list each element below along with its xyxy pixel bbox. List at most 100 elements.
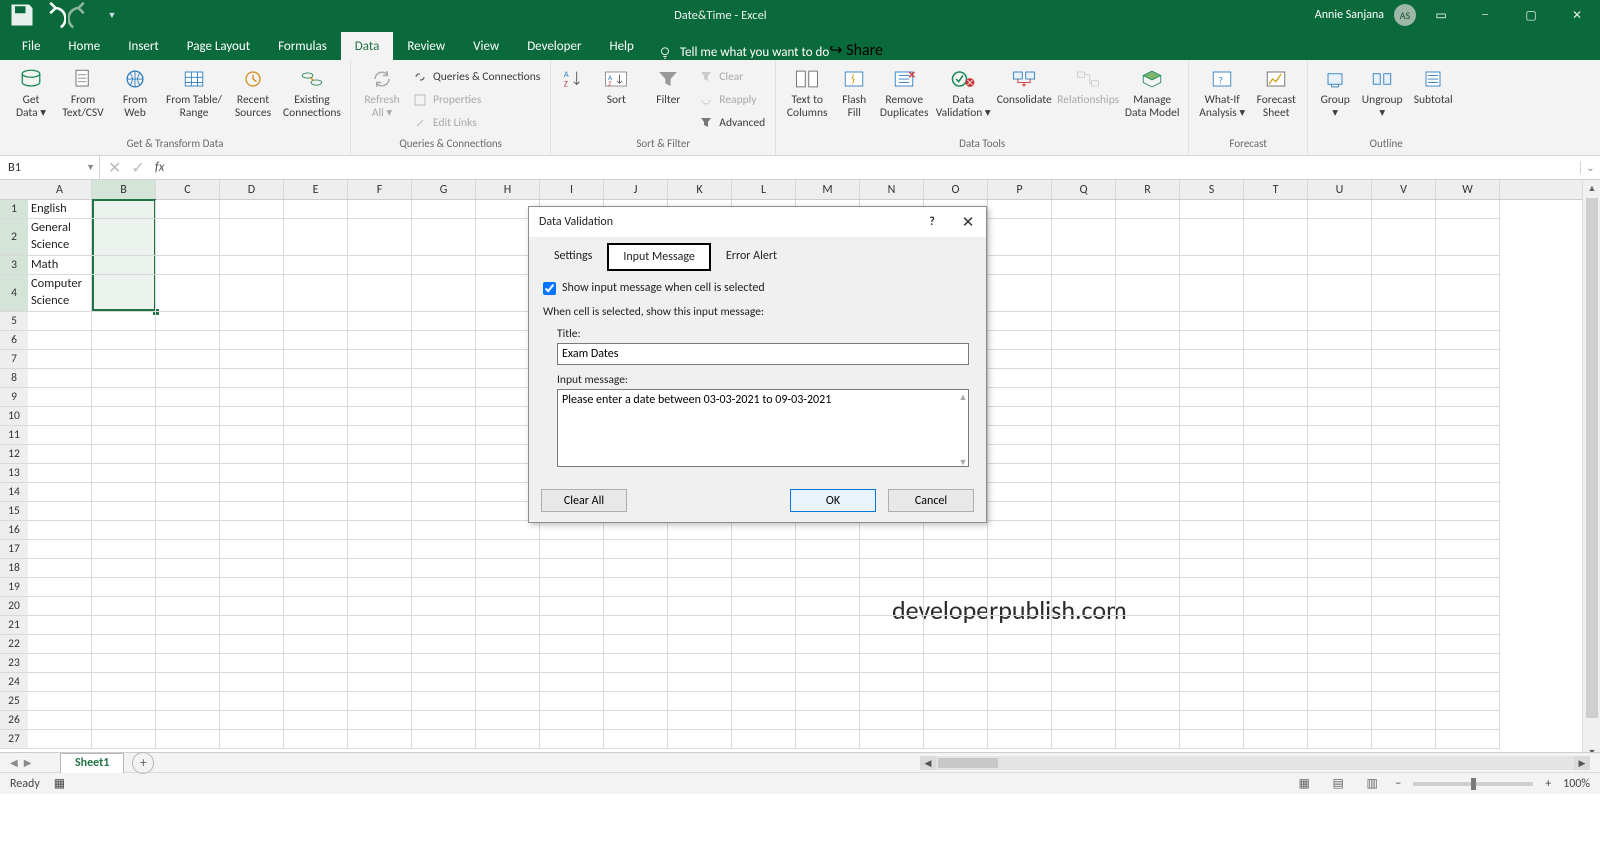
cell-H21[interactable] <box>476 616 540 635</box>
cell-P2[interactable] <box>988 219 1052 256</box>
col-header-P[interactable]: P <box>988 180 1052 199</box>
cell-R22[interactable] <box>1116 635 1180 654</box>
cell-P11[interactable] <box>988 426 1052 445</box>
cell-T8[interactable] <box>1244 369 1308 388</box>
redo-icon[interactable] <box>68 1 96 29</box>
cell-P1[interactable] <box>988 200 1052 219</box>
cell-E9[interactable] <box>284 388 348 407</box>
remove-duplicates-button[interactable]: Remove Duplicates <box>876 62 932 120</box>
cell-T15[interactable] <box>1244 502 1308 521</box>
cell-U11[interactable] <box>1308 426 1372 445</box>
cell-C18[interactable] <box>156 559 220 578</box>
edit-links-button[interactable]: Edit Links <box>409 112 544 134</box>
cell-L17[interactable] <box>732 540 796 559</box>
cell-U22[interactable] <box>1308 635 1372 654</box>
cell-P23[interactable] <box>988 654 1052 673</box>
cell-U1[interactable] <box>1308 200 1372 219</box>
cell-L18[interactable] <box>732 559 796 578</box>
cell-T27[interactable] <box>1244 730 1308 749</box>
tab-formulas[interactable]: Formulas <box>264 32 341 60</box>
cell-W7[interactable] <box>1436 350 1500 369</box>
col-header-W[interactable]: W <box>1436 180 1500 199</box>
cell-J22[interactable] <box>604 635 668 654</box>
macro-record-icon[interactable]: ▦ <box>54 776 65 791</box>
save-icon[interactable] <box>8 1 36 29</box>
cell-N18[interactable] <box>860 559 924 578</box>
cell-E6[interactable] <box>284 331 348 350</box>
select-all-corner[interactable] <box>0 180 28 200</box>
cell-Q17[interactable] <box>1052 540 1116 559</box>
cell-U7[interactable] <box>1308 350 1372 369</box>
minimize-button[interactable]: ─ <box>1462 0 1508 30</box>
cell-I19[interactable] <box>540 578 604 597</box>
cell-N23[interactable] <box>860 654 924 673</box>
cell-P20[interactable] <box>988 597 1052 616</box>
cell-K19[interactable] <box>668 578 732 597</box>
cell-H25[interactable] <box>476 692 540 711</box>
cell-C14[interactable] <box>156 483 220 502</box>
cell-O27[interactable] <box>924 730 988 749</box>
cell-U2[interactable] <box>1308 219 1372 256</box>
cell-E3[interactable] <box>284 256 348 275</box>
cell-O22[interactable] <box>924 635 988 654</box>
tab-file[interactable]: File <box>8 32 54 60</box>
cell-V1[interactable] <box>1372 200 1436 219</box>
cell-W15[interactable] <box>1436 502 1500 521</box>
cell-G2[interactable] <box>412 219 476 256</box>
cell-D25[interactable] <box>220 692 284 711</box>
sheet-tab-sheet1[interactable]: Sheet1 <box>60 753 124 773</box>
cell-T4[interactable] <box>1244 275 1308 312</box>
cell-D17[interactable] <box>220 540 284 559</box>
cell-P27[interactable] <box>988 730 1052 749</box>
cell-D20[interactable] <box>220 597 284 616</box>
cell-A26[interactable] <box>28 711 92 730</box>
cell-A10[interactable] <box>28 407 92 426</box>
cell-Q14[interactable] <box>1052 483 1116 502</box>
cell-R23[interactable] <box>1116 654 1180 673</box>
row-header-10[interactable]: 10 <box>0 407 28 426</box>
row-header-21[interactable]: 21 <box>0 616 28 635</box>
cell-V15[interactable] <box>1372 502 1436 521</box>
flash-fill-button[interactable]: Flash Fill <box>834 62 874 120</box>
cell-M19[interactable] <box>796 578 860 597</box>
cell-P12[interactable] <box>988 445 1052 464</box>
cell-R17[interactable] <box>1116 540 1180 559</box>
cell-N24[interactable] <box>860 673 924 692</box>
cell-W16[interactable] <box>1436 521 1500 540</box>
cell-K20[interactable] <box>668 597 732 616</box>
cell-B25[interactable] <box>92 692 156 711</box>
cell-K22[interactable] <box>668 635 732 654</box>
cell-G27[interactable] <box>412 730 476 749</box>
cell-Q12[interactable] <box>1052 445 1116 464</box>
cell-U21[interactable] <box>1308 616 1372 635</box>
cell-T23[interactable] <box>1244 654 1308 673</box>
cell-R4[interactable] <box>1116 275 1180 312</box>
cell-D4[interactable] <box>220 275 284 312</box>
cell-T18[interactable] <box>1244 559 1308 578</box>
cell-F22[interactable] <box>348 635 412 654</box>
cell-D15[interactable] <box>220 502 284 521</box>
vscroll-thumb[interactable] <box>1586 198 1598 718</box>
cell-C19[interactable] <box>156 578 220 597</box>
cell-V7[interactable] <box>1372 350 1436 369</box>
cell-A23[interactable] <box>28 654 92 673</box>
cell-K17[interactable] <box>668 540 732 559</box>
show-input-message-checkbox[interactable]: Show input message when cell is selected <box>543 281 972 295</box>
cell-Q8[interactable] <box>1052 369 1116 388</box>
maximize-button[interactable]: ▢ <box>1508 0 1554 30</box>
cell-B18[interactable] <box>92 559 156 578</box>
cell-E1[interactable] <box>284 200 348 219</box>
cell-G18[interactable] <box>412 559 476 578</box>
cell-L20[interactable] <box>732 597 796 616</box>
cell-C16[interactable] <box>156 521 220 540</box>
sort-button[interactable]: AZSort <box>591 62 641 107</box>
row-header-4[interactable]: 4 <box>0 275 28 312</box>
cell-P17[interactable] <box>988 540 1052 559</box>
cell-K26[interactable] <box>668 711 732 730</box>
cell-D2[interactable] <box>220 219 284 256</box>
cell-T19[interactable] <box>1244 578 1308 597</box>
hscroll-thumb[interactable] <box>938 758 998 768</box>
cell-G6[interactable] <box>412 331 476 350</box>
cell-S10[interactable] <box>1180 407 1244 426</box>
cell-F4[interactable] <box>348 275 412 312</box>
